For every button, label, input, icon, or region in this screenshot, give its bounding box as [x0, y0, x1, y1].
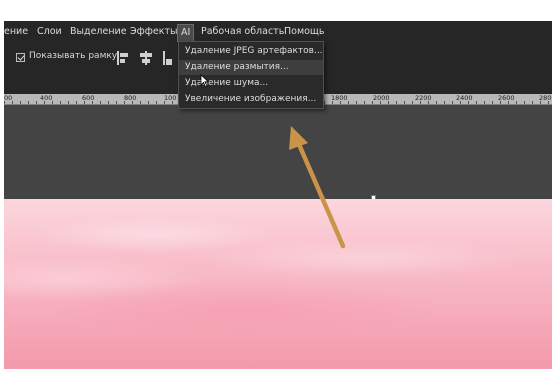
menu-effects[interactable]: Эффекты: [130, 21, 178, 43]
menu-layers[interactable]: Слои: [37, 21, 62, 43]
canvas-background: [4, 105, 552, 199]
pink-sky-image: [4, 199, 552, 369]
menu-help[interactable]: Помощь: [284, 21, 324, 43]
menu-image[interactable]: ение: [4, 21, 28, 43]
align-right-icon[interactable]: [162, 51, 176, 65]
show-frame-label: Показывать рамку: [29, 51, 118, 61]
menu-item-upscale[interactable]: Увеличение изображения...: [179, 92, 323, 107]
menu-item-deblur[interactable]: Удаление размытия...: [179, 60, 323, 75]
mouse-pointer-icon: [200, 74, 210, 88]
menu-workspace[interactable]: Рабочая область: [201, 21, 284, 43]
menu-bar: ение Слои Выделение Эффекты AI Рабочая о…: [4, 21, 552, 43]
editor-window: ение Слои Выделение Эффекты AI Рабочая о…: [4, 21, 552, 369]
menu-ai[interactable]: AI: [177, 24, 195, 42]
align-center-icon[interactable]: [139, 51, 153, 65]
menu-item-jpeg-artifacts[interactable]: Удаление JPEG артефактов...: [179, 44, 323, 59]
menu-selection[interactable]: Выделение: [70, 21, 127, 43]
align-left-icon[interactable]: [116, 51, 130, 65]
show-frame-checkbox[interactable]: [16, 53, 25, 62]
